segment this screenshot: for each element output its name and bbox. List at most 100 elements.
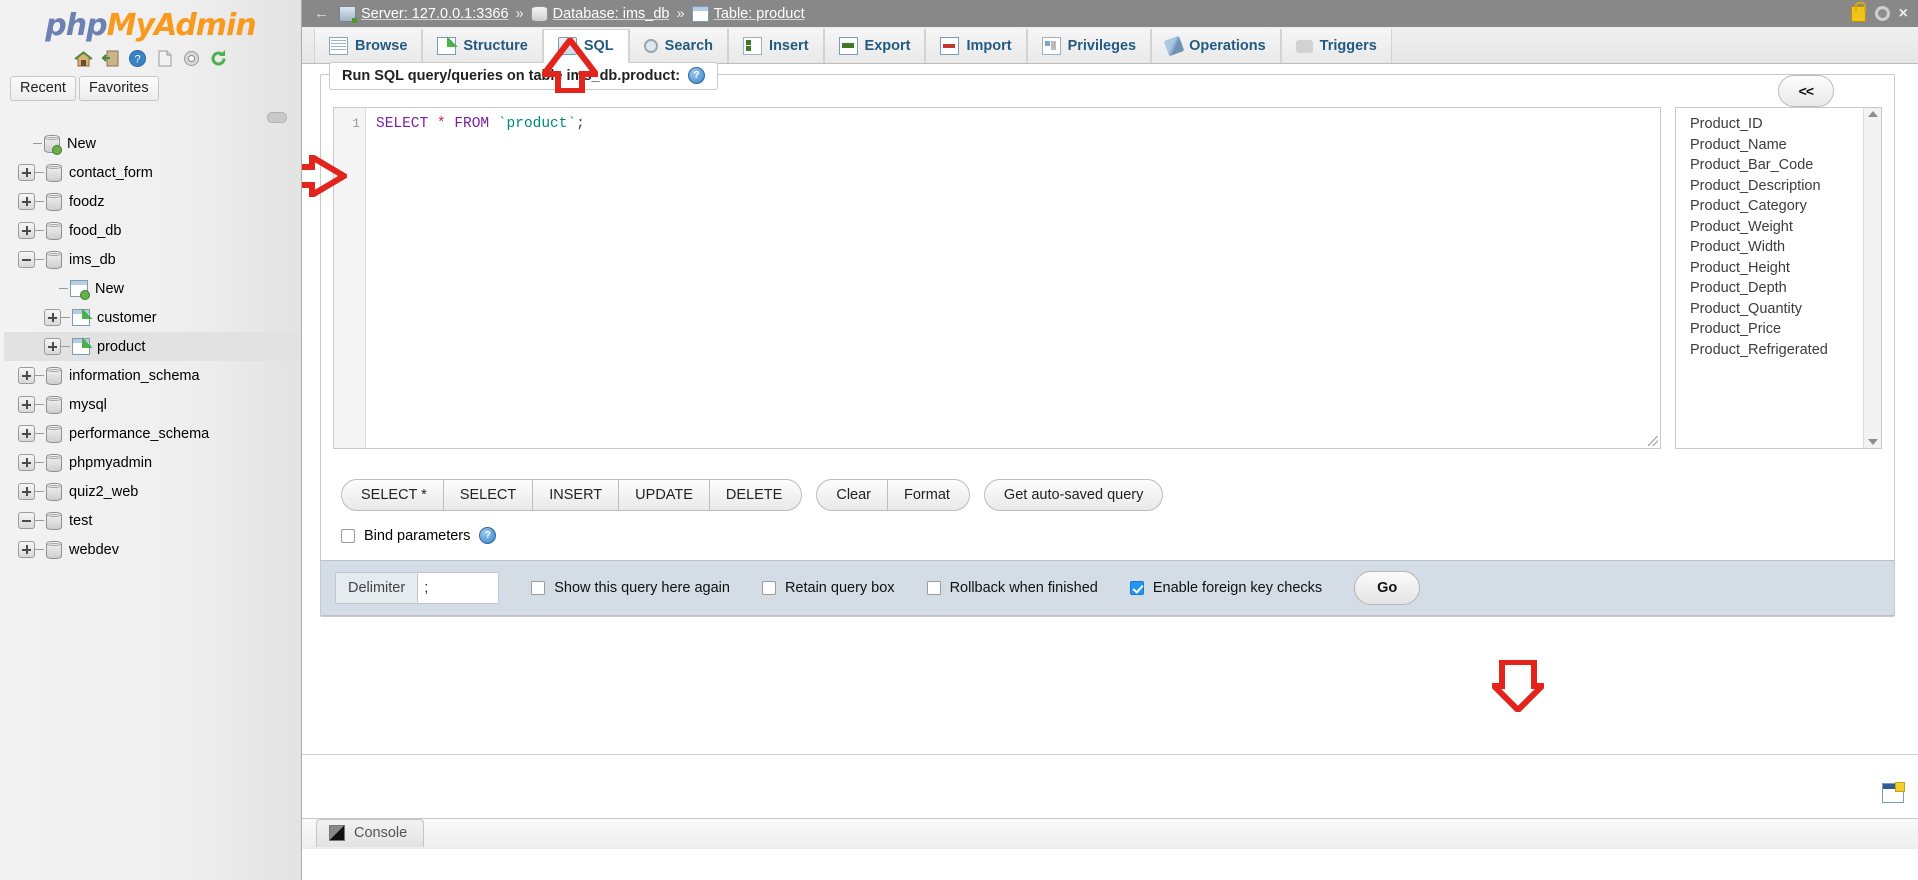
go-button[interactable]: Go bbox=[1354, 571, 1421, 605]
back-arrow-icon[interactable]: ← bbox=[308, 5, 339, 22]
bind-parameters-checkbox[interactable] bbox=[341, 528, 355, 543]
tree-item-performance-schema[interactable]: performance_schema bbox=[4, 419, 301, 448]
logo-my: My bbox=[106, 8, 155, 43]
button-delete[interactable]: DELETE bbox=[708, 479, 803, 511]
checkbox-enable-foreign-key-checks[interactable] bbox=[1129, 581, 1144, 595]
new-database-icon bbox=[44, 134, 62, 155]
phpmyadmin-logo[interactable]: phpMyAdmin bbox=[0, 0, 301, 43]
tree-item-new[interactable]: New bbox=[4, 129, 301, 158]
button-format[interactable]: Format bbox=[887, 479, 970, 511]
gear-icon[interactable] bbox=[1874, 6, 1890, 21]
help-icon[interactable]: ? bbox=[479, 527, 497, 544]
sql-editor[interactable]: 1 SELECT * FROM `product`; bbox=[333, 107, 1661, 449]
column-list-item[interactable]: Product_Width bbox=[1690, 237, 1863, 258]
expand-icon[interactable] bbox=[18, 222, 35, 239]
tab-operations[interactable]: Operations bbox=[1151, 29, 1281, 63]
button-clear[interactable]: Clear bbox=[816, 479, 888, 511]
button-update[interactable]: UPDATE bbox=[618, 479, 710, 511]
expand-icon[interactable] bbox=[18, 425, 35, 442]
tree-item-product[interactable]: product bbox=[4, 332, 301, 361]
checkbox-show-this-query-here-again[interactable] bbox=[531, 581, 546, 595]
column-list-item[interactable]: Product_Height bbox=[1690, 258, 1863, 279]
expand-icon[interactable] bbox=[44, 309, 61, 326]
docs-icon[interactable] bbox=[155, 49, 174, 68]
tree-item-label: product bbox=[97, 338, 146, 355]
tree-item-ims-db[interactable]: ims_db bbox=[4, 245, 301, 274]
tab-browse[interactable]: Browse bbox=[314, 29, 423, 63]
help-icon[interactable]: ? bbox=[688, 67, 706, 84]
column-list-item[interactable]: Product_Bar_Code bbox=[1690, 155, 1863, 176]
sidebar: phpMyAdmin ? Recent Favorites New contac… bbox=[0, 0, 302, 880]
column-list-item[interactable]: Product_Weight bbox=[1690, 217, 1863, 238]
collapse-columns-button[interactable]: << bbox=[1777, 75, 1834, 107]
breadcrumb-server[interactable]: Server: 127.0.0.1:3366 bbox=[339, 5, 509, 23]
button-get-auto-saved-query[interactable]: Get auto-saved query bbox=[983, 479, 1164, 511]
home-icon[interactable] bbox=[73, 49, 93, 68]
tree-item-new[interactable]: New bbox=[4, 274, 301, 303]
column-list-item[interactable]: Product_Category bbox=[1690, 196, 1863, 217]
column-list-item[interactable]: Product_Quantity bbox=[1690, 299, 1863, 320]
reload-icon[interactable] bbox=[209, 49, 228, 68]
tree-item-foodz[interactable]: foodz bbox=[4, 187, 301, 216]
help-icon[interactable]: ? bbox=[128, 49, 147, 68]
expand-icon[interactable] bbox=[18, 483, 35, 500]
checkbox-row-retain-query-box: Retain query box bbox=[761, 580, 895, 596]
expand-icon[interactable] bbox=[18, 396, 35, 413]
notes-icon[interactable] bbox=[1882, 782, 1905, 803]
button-select[interactable]: SELECT bbox=[442, 479, 534, 511]
tree-item-contact-form[interactable]: contact_form bbox=[4, 158, 301, 187]
tree-item-quiz2-web[interactable]: quiz2_web bbox=[4, 477, 301, 506]
expand-icon[interactable] bbox=[18, 541, 35, 558]
tree-item-food-db[interactable]: food_db bbox=[4, 216, 301, 245]
checkbox-rollback-when-finished[interactable] bbox=[926, 581, 941, 595]
delimiter-input[interactable] bbox=[417, 573, 499, 603]
lock-icon[interactable] bbox=[1850, 1, 1866, 22]
tab-import[interactable]: Import bbox=[925, 29, 1027, 63]
tab-privileges[interactable]: Privileges bbox=[1026, 29, 1152, 63]
tab-structure[interactable]: Structure bbox=[422, 29, 543, 63]
settings-icon[interactable] bbox=[182, 49, 201, 68]
button-insert[interactable]: INSERT bbox=[532, 479, 620, 511]
column-list-item[interactable]: Product_Price bbox=[1690, 319, 1863, 340]
checkbox-retain-query-box[interactable] bbox=[761, 581, 776, 595]
tab-triggers[interactable]: Triggers bbox=[1280, 29, 1392, 63]
expand-icon[interactable] bbox=[18, 367, 35, 384]
scroll-down-icon[interactable] bbox=[1867, 439, 1878, 445]
exit-icon[interactable] bbox=[101, 49, 120, 68]
sql-code[interactable]: SELECT * FROM `product`; bbox=[366, 108, 585, 448]
tab-sql[interactable]: SQL bbox=[542, 29, 629, 63]
collapse-icon[interactable] bbox=[18, 251, 35, 268]
column-list-item[interactable]: Product_Depth bbox=[1690, 278, 1863, 299]
column-list-item[interactable]: Product_Refrigerated bbox=[1690, 340, 1863, 361]
breadcrumb-table[interactable]: Table: product bbox=[691, 5, 805, 22]
expand-icon[interactable] bbox=[44, 338, 61, 355]
tree-connector bbox=[35, 549, 44, 550]
tab-search[interactable]: Search bbox=[628, 29, 729, 63]
sidebar-tab-recent[interactable]: Recent bbox=[10, 76, 76, 101]
tree-item-webdev[interactable]: webdev bbox=[4, 535, 301, 564]
editor-resize-grip[interactable] bbox=[1648, 436, 1658, 446]
tree-item-test[interactable]: test bbox=[4, 506, 301, 535]
close-icon[interactable]: × bbox=[1899, 5, 1908, 22]
tree-item-information-schema[interactable]: information_schema bbox=[4, 361, 301, 390]
expand-icon[interactable] bbox=[18, 164, 35, 181]
tree-item-mysql[interactable]: mysql bbox=[4, 390, 301, 419]
column-list-scrollbar[interactable] bbox=[1863, 108, 1881, 448]
column-list-item[interactable]: Product_Name bbox=[1690, 135, 1863, 156]
sidebar-tab-favorites[interactable]: Favorites bbox=[78, 76, 159, 101]
collapse-icon[interactable] bbox=[18, 512, 35, 529]
scroll-up-icon[interactable] bbox=[1867, 111, 1878, 117]
tab-insert[interactable]: Insert bbox=[728, 29, 824, 63]
expand-icon[interactable] bbox=[18, 454, 35, 471]
column-list-item[interactable]: Product_Description bbox=[1690, 176, 1863, 197]
expand-icon[interactable] bbox=[18, 193, 35, 210]
sidebar-collapse-handle[interactable] bbox=[0, 111, 301, 129]
tree-item-phpmyadmin[interactable]: phpmyadmin bbox=[4, 448, 301, 477]
button-select[interactable]: SELECT * bbox=[341, 479, 444, 511]
tab-export[interactable]: Export bbox=[823, 29, 926, 63]
column-list-item[interactable]: Product_ID bbox=[1690, 114, 1863, 135]
tree-item-customer[interactable]: customer bbox=[4, 303, 301, 332]
breadcrumb-database[interactable]: Database: ims_db bbox=[530, 5, 669, 22]
console-toggle[interactable]: Console bbox=[316, 819, 425, 847]
pin-icon[interactable] bbox=[267, 112, 287, 123]
